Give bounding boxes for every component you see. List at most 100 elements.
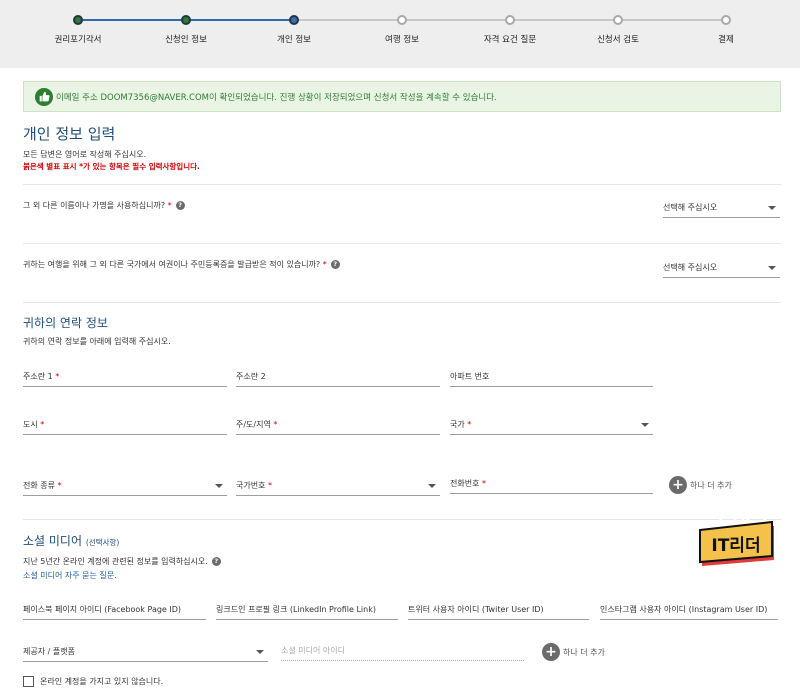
social-section-title: 소셜 미디어 (선택사항) <box>23 532 119 549</box>
required-star: * <box>265 481 272 490</box>
step-label-applicant[interactable]: 신청인 정보 <box>165 33 207 45</box>
provider-select[interactable]: 제공자 / 플랫폼 <box>23 642 268 662</box>
country-code-label: 국가번호 <box>236 481 266 490</box>
address2-label: 주소란 2 <box>236 372 266 381</box>
provider-label: 제공자 / 플랫폼 <box>23 647 75 656</box>
chevron-down-icon <box>256 649 264 654</box>
step-dot-waiver <box>73 15 83 25</box>
address1-field[interactable]: 주소란 1 * <box>23 367 227 387</box>
instagram-label: 인스타그램 사용자 아이디 (Instagram User ID) <box>600 605 768 614</box>
required-star: * <box>479 479 486 488</box>
question-other-passport-label: 귀하는 여행을 위해 그 외 다른 국가에서 여권이나 주민등록증을 발급받은 … <box>23 260 321 269</box>
other-names-select[interactable]: 선택해 주십시오 <box>663 198 780 218</box>
page-subtitle: 모든 답변은 영어로 작성해 주십시오. <box>23 150 147 159</box>
required-star: * <box>37 420 45 429</box>
step-label-travel: 여행 정보 <box>385 35 419 45</box>
chevron-down-icon <box>428 483 436 488</box>
step-dot-payment <box>721 15 731 25</box>
required-star: * <box>52 372 60 381</box>
divider <box>23 519 781 520</box>
step-label-eligibility: 자격 요건 질문 <box>483 35 537 45</box>
contact-section-title: 귀하의 연락 정보 <box>23 316 108 330</box>
phone-number-field[interactable]: 전화번호 * <box>450 474 653 494</box>
social-faq-link[interactable]: 소셜 미디어 자주 묻는 질문. <box>23 570 117 581</box>
chevron-down-icon <box>768 205 776 210</box>
question-other-names: 그 외 다른 이름이나 가명을 사용하십니까? *? <box>23 200 185 211</box>
address1-label: 주소란 1 <box>23 372 53 381</box>
city-label: 도시 <box>23 420 38 429</box>
question-other-passport: 귀하는 여행을 위해 그 외 다른 국가에서 여권이나 주민등록증을 발급받은 … <box>23 259 340 270</box>
state-label: 주/도/지역 <box>236 420 271 429</box>
chevron-down-icon <box>215 483 223 488</box>
apartment-label: 아파트 번호 <box>450 372 490 381</box>
step-dot-review <box>613 15 623 25</box>
required-note: 붉은색 별표 표시 *가 있는 항목은 필수 입력사항입니다. <box>23 162 200 171</box>
required-star: * <box>165 201 172 210</box>
add-phone-button[interactable]: + 하나 더 추가 <box>669 476 732 494</box>
add-phone-label: 하나 더 추가 <box>690 480 732 490</box>
social-id-field[interactable]: 소셜 미디어 아이디 <box>281 641 524 661</box>
contact-section-subtitle: 귀하의 연락 정보를 아래에 입력해 주십시오. <box>23 337 171 346</box>
phone-number-label: 전화번호 <box>450 479 480 488</box>
phone-type-select[interactable]: 전화 종류 * <box>23 476 227 496</box>
alert-text: 이메일 주소 DOOM7356@NAVER.COM이 확인되었습니다. 진행 상… <box>56 92 497 103</box>
facebook-label: 페이스북 페이지 아이디 (Facebook Page ID) <box>23 605 182 614</box>
social-title-text: 소셜 미디어 <box>23 534 83 548</box>
chevron-down-icon <box>641 422 649 427</box>
watermark-line1: 리더유의 <box>709 503 768 522</box>
no-account-label[interactable]: 온라인 계정을 가지고 있지 않습니다. <box>40 676 163 687</box>
city-field[interactable]: 도시 * <box>23 415 227 435</box>
watermark-logo: 리더유의 IT리더 <box>699 503 774 566</box>
step-label-waiver[interactable]: 권리포기각서 <box>55 33 102 45</box>
twitter-label: 트위터 사용자 아이디 (Twiter User ID) <box>408 605 544 614</box>
progress-stepper: 권리포기각서 신청인 정보 개인 정보 여행 정보 자격 요건 질문 신청서 검… <box>0 0 800 68</box>
address2-field[interactable]: 주소란 2 <box>236 367 440 387</box>
linkedin-field[interactable]: 링크드인 프로필 링크 (LinkedIn Profile Link) <box>216 600 398 620</box>
divider <box>23 184 781 185</box>
apartment-field[interactable]: 아파트 번호 <box>450 367 653 387</box>
step-label-review: 신청서 검토 <box>597 35 639 45</box>
email-confirmed-alert: 이메일 주소 DOOM7356@NAVER.COM이 확인되었습니다. 진행 상… <box>23 81 781 112</box>
twitter-field[interactable]: 트위터 사용자 아이디 (Twiter User ID) <box>408 600 589 620</box>
add-social-label: 하나 더 추가 <box>563 647 605 657</box>
social-id-placeholder: 소셜 미디어 아이디 <box>281 646 345 655</box>
phone-type-label: 전화 종류 <box>23 481 55 490</box>
required-star: * <box>320 260 327 269</box>
country-select[interactable]: 국가 * <box>450 415 653 435</box>
step-dot-applicant <box>181 15 191 25</box>
plus-icon: + <box>669 476 687 494</box>
state-field[interactable]: 주/도/지역 * <box>236 415 440 435</box>
thumbs-up-icon <box>35 87 53 106</box>
step-label-payment: 결제 <box>718 35 734 45</box>
other-passport-select[interactable]: 선택해 주십시오 <box>663 258 780 278</box>
step-dot-eligibility <box>505 15 515 25</box>
instagram-field[interactable]: 인스타그램 사용자 아이디 (Instagram User ID) <box>600 600 778 620</box>
help-icon[interactable]: ? <box>211 557 221 566</box>
required-star: * <box>464 420 472 429</box>
help-icon[interactable]: ? <box>330 260 340 269</box>
watermark-line2: IT리더 <box>711 536 760 556</box>
no-account-checkbox[interactable] <box>23 676 34 687</box>
required-star: * <box>54 481 62 490</box>
chevron-down-icon <box>768 265 776 270</box>
facebook-field[interactable]: 페이스북 페이지 아이디 (Facebook Page ID) <box>23 600 206 620</box>
step-dot-travel <box>397 15 407 25</box>
step-dot-personal <box>289 15 299 25</box>
social-subtitle-text: 지난 5년간 온라인 계정에 관련된 정보를 입력하십시오. <box>23 557 208 566</box>
linkedin-label: 링크드인 프로필 링크 (LinkedIn Profile Link) <box>216 605 376 614</box>
question-other-names-label: 그 외 다른 이름이나 가명을 사용하십니까? <box>23 201 166 210</box>
plus-icon: + <box>542 643 560 661</box>
divider <box>23 302 781 303</box>
other-names-select-value: 선택해 주십시오 <box>663 203 718 212</box>
step-label-personal[interactable]: 개인 정보 <box>277 33 311 45</box>
required-star: * <box>270 420 278 429</box>
add-social-button[interactable]: + 하나 더 추가 <box>542 643 605 661</box>
other-passport-select-value: 선택해 주십시오 <box>663 263 718 272</box>
social-subtitle: 지난 5년간 온라인 계정에 관련된 정보를 입력하십시오.? <box>23 556 221 567</box>
divider <box>23 243 781 244</box>
social-optional-label: (선택사항) <box>85 538 120 547</box>
country-label: 국가 <box>450 420 465 429</box>
help-icon[interactable]: ? <box>175 201 185 210</box>
country-code-select[interactable]: 국가번호 * <box>236 476 440 496</box>
page-title: 개인 정보 입력 <box>23 125 116 143</box>
